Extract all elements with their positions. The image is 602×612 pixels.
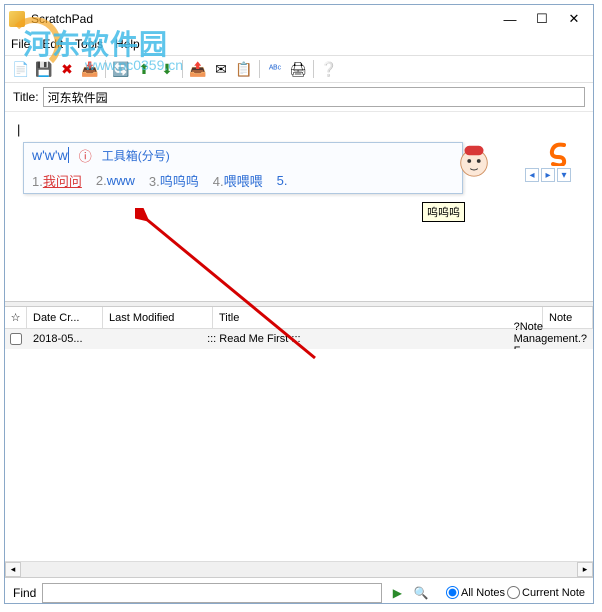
app-title: ScratchPad (31, 12, 503, 26)
editor-area[interactable]: | w'w'w ⓘ 工具箱(分号) 1.我问问 2.www 3.呜呜呜 4.喂喂… (5, 111, 593, 301)
toolbar-separator (182, 60, 183, 78)
scroll-right-button[interactable]: ▸ (577, 562, 593, 577)
ime-candidates: 1.我问问 2.www 3.呜呜呜 4.喂喂喂 5. (24, 167, 462, 193)
scroll-track[interactable] (21, 562, 577, 577)
menu-file[interactable]: File (11, 37, 30, 51)
close-button[interactable]: ✕ (567, 12, 581, 26)
toolbar-separator (313, 60, 314, 78)
app-icon (9, 11, 25, 27)
toolbar-separator (105, 60, 106, 78)
editor-cursor: | (17, 122, 20, 137)
header-date[interactable]: Date Cr... (27, 307, 103, 328)
ime-emoji-icon[interactable] (455, 142, 493, 180)
ime-more-button[interactable]: ▾ (557, 168, 571, 182)
find-scope-group: All Notes Current Note (446, 586, 585, 599)
refresh-icon[interactable]: 🔄 (111, 59, 131, 79)
list-row[interactable]: 2018-05... ::: Read Me First ::: ?Note M… (5, 329, 593, 349)
row-modified (98, 329, 201, 349)
sogou-logo-icon[interactable] (545, 140, 571, 166)
menu-tools[interactable]: Tools (75, 37, 103, 51)
scroll-left-button[interactable]: ◂ (5, 562, 21, 577)
title-row: Title: (5, 83, 593, 111)
maximize-button[interactable]: ☐ (535, 12, 549, 26)
findbar: Find ▶ 🔍 All Notes Current Note (5, 577, 593, 607)
list-body (5, 349, 593, 561)
ime-nav: ◂ ▸ ▾ (525, 168, 571, 182)
ime-composition: w'w'w (32, 147, 69, 163)
minimize-button[interactable]: — (503, 12, 517, 26)
ime-tooltip: 呜呜呜 (422, 202, 465, 222)
ime-panel: w'w'w ⓘ 工具箱(分号) 1.我问问 2.www 3.呜呜呜 4.喂喂喂 … (23, 142, 463, 194)
header-modified[interactable]: Last Modified (103, 307, 213, 328)
radio-all-notes[interactable]: All Notes (446, 586, 505, 599)
help-icon[interactable]: ❔ (319, 59, 339, 79)
ime-candidate-2[interactable]: 2.www (96, 173, 135, 188)
menubar: File Edit Tools Help (5, 33, 593, 55)
copy-icon[interactable]: 📋 (234, 59, 254, 79)
list-header: ☆ Date Cr... Last Modified Title Note (5, 307, 593, 329)
ime-next-button[interactable]: ▸ (541, 168, 555, 182)
down-icon[interactable]: ⬇ (157, 59, 177, 79)
mail-icon[interactable]: ✉ (211, 59, 231, 79)
row-note: ?Note Management.?F (508, 329, 593, 349)
title-label: Title: (13, 90, 39, 104)
row-title: ::: Read Me First ::: (201, 329, 508, 349)
moveup-icon[interactable]: 📤 (188, 59, 208, 79)
up-icon[interactable]: ⬆ (134, 59, 154, 79)
radio-current-note[interactable]: Current Note (507, 586, 585, 599)
ime-toolbox-label[interactable]: 工具箱(分号) (102, 147, 170, 164)
notes-list: ☆ Date Cr... Last Modified Title Note 20… (5, 307, 593, 577)
toolbar: 📄 💾 ✖ 📥 🔄 ⬆ ⬇ 📤 ✉ 📋 ᴬᴮᶜ 🖨 ❔ (5, 55, 593, 83)
toolbar-separator (259, 60, 260, 78)
save-icon[interactable]: 💾 (34, 59, 54, 79)
ime-candidate-1[interactable]: 1.我问问 (32, 171, 82, 190)
radio-all-notes-input[interactable] (446, 586, 459, 599)
radio-current-note-input[interactable] (507, 586, 520, 599)
delete-icon[interactable]: ✖ (57, 59, 77, 79)
spellcheck-icon[interactable]: ᴬᴮᶜ (265, 59, 285, 79)
header-title[interactable]: Title (213, 307, 543, 328)
ime-candidate-5[interactable]: 5. (277, 173, 288, 188)
print-icon[interactable]: 🖨 (288, 59, 308, 79)
ime-top-row: w'w'w ⓘ 工具箱(分号) (24, 143, 462, 167)
ime-candidate-4[interactable]: 4.喂喂喂 (213, 171, 263, 190)
header-checkbox-col[interactable]: ☆ (5, 307, 27, 328)
app-window: 河东软件园 www.pc0359.cn ScratchPad — ☐ ✕ Fil… (4, 4, 594, 604)
menu-edit[interactable]: Edit (42, 37, 63, 51)
ime-toolbox-icon[interactable]: ⓘ (79, 146, 92, 165)
find-next-icon[interactable]: ▶ (388, 584, 406, 602)
find-options-icon[interactable]: 🔍 (412, 584, 430, 602)
new-icon[interactable]: 📄 (11, 59, 31, 79)
find-input[interactable] (42, 583, 382, 603)
row-date: 2018-05... (27, 329, 98, 349)
menu-help[interactable]: Help (115, 37, 140, 51)
ime-candidate-3[interactable]: 3.呜呜呜 (149, 171, 199, 190)
row-checkbox[interactable] (10, 333, 22, 345)
import-icon[interactable]: 📥 (80, 59, 100, 79)
find-label: Find (13, 586, 36, 600)
titlebar: ScratchPad — ☐ ✕ (5, 5, 593, 33)
window-controls: — ☐ ✕ (503, 12, 589, 26)
title-input[interactable] (43, 87, 585, 107)
ime-prev-button[interactable]: ◂ (525, 168, 539, 182)
horizontal-scrollbar[interactable]: ◂ ▸ (5, 561, 593, 577)
